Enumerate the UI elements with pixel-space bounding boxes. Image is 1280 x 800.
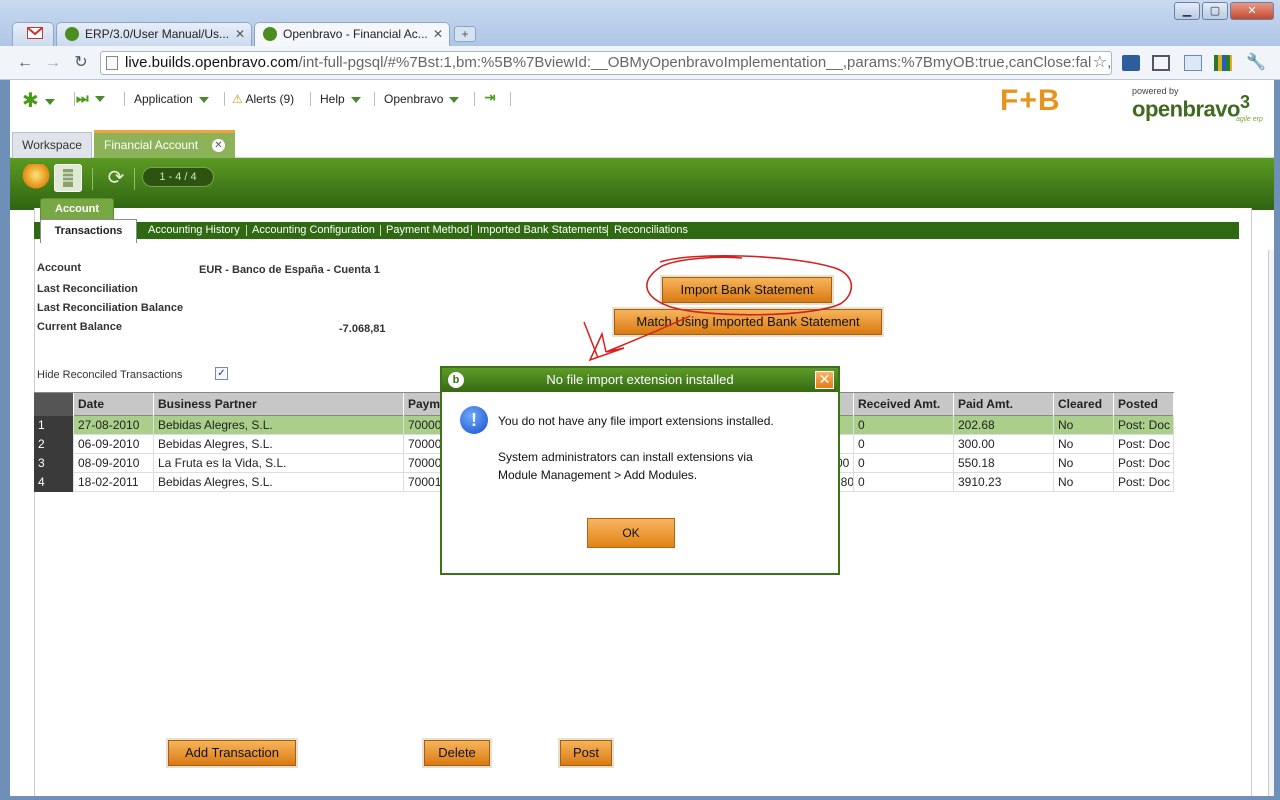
- grid-header-date[interactable]: Date: [74, 393, 154, 417]
- match-using-imported-button[interactable]: Match Using Imported Bank Statement: [614, 309, 882, 335]
- maximize-button[interactable]: ▢: [1202, 2, 1228, 20]
- new-record-icon[interactable]: [22, 164, 50, 192]
- menu-application[interactable]: Application: [134, 92, 209, 106]
- grid-header-paid[interactable]: Paid Amt.: [954, 393, 1054, 417]
- import-bank-statement-button[interactable]: Import Bank Statement: [662, 277, 832, 303]
- recent-views-icon[interactable]: ⏭: [76, 90, 105, 107]
- close-icon[interactable]: ✕: [815, 371, 834, 389]
- subtab-payment-method[interactable]: Payment Method: [386, 222, 469, 239]
- grid-view-icon[interactable]: [54, 164, 82, 192]
- refresh-icon[interactable]: ⟳: [102, 164, 130, 192]
- logout-icon[interactable]: ⇥: [484, 89, 496, 106]
- current-balance-label: Current Balance: [37, 321, 122, 333]
- download-icon[interactable]: [1122, 55, 1140, 71]
- subtab-transactions[interactable]: Transactions: [40, 219, 137, 243]
- last-reconciliation-balance-label: Last Reconciliation Balance: [37, 302, 184, 314]
- new-tab-button[interactable]: +: [454, 26, 476, 42]
- forward-arrow-icon[interactable]: →: [42, 52, 64, 74]
- gmail-icon: [27, 27, 43, 39]
- vertical-scrollbar[interactable]: [1268, 250, 1274, 796]
- add-transaction-button[interactable]: Add Transaction: [168, 740, 296, 766]
- menu-help[interactable]: Help: [320, 92, 361, 106]
- grid-header-received[interactable]: Received Amt.: [854, 393, 954, 417]
- quick-launch-icon[interactable]: ✱: [22, 88, 55, 113]
- menu-alerts[interactable]: ⚠ Alerts (9): [232, 92, 294, 106]
- subtab-reconciliations[interactable]: Reconciliations: [614, 222, 688, 239]
- minimize-button[interactable]: ▁: [1174, 2, 1200, 20]
- hide-reconciled-checkbox[interactable]: ✓: [215, 367, 228, 380]
- close-icon[interactable]: ✕: [433, 23, 443, 45]
- tab-workspace[interactable]: Workspace: [12, 132, 92, 158]
- reload-icon[interactable]: ↻: [70, 52, 92, 74]
- bookmark-star-icon[interactable]: ☆: [1090, 52, 1107, 74]
- back-arrow-icon[interactable]: ←: [14, 52, 36, 74]
- dialog-message-line1: You do not have any file import extensio…: [498, 414, 774, 428]
- document-icon[interactable]: [1184, 55, 1202, 71]
- browser-tab-user-manual[interactable]: ERP/3.0/User Manual/Us... ✕: [56, 22, 252, 46]
- hide-reconciled-label: Hide Reconciled Transactions: [37, 369, 183, 381]
- page-icon: [106, 56, 118, 70]
- browser-toolbar: ← → ↻ live.builds.openbravo.com/int-full…: [0, 46, 1280, 80]
- dialog-title: No file import extension installed: [546, 372, 734, 387]
- extensions-icon[interactable]: [1214, 55, 1232, 71]
- url-host: live.builds.openbravo.com: [125, 54, 299, 71]
- tab-label: ERP/3.0/User Manual/Us...: [85, 27, 230, 41]
- subtab-accounting-history[interactable]: Accounting History: [148, 222, 240, 239]
- ok-button[interactable]: OK: [587, 518, 675, 548]
- account-label: Account: [37, 262, 81, 274]
- record-count: 1 - 4 / 4: [142, 167, 214, 187]
- openbravo-favicon: [263, 27, 277, 41]
- last-reconciliation-label: Last Reconciliation: [37, 283, 138, 295]
- account-value: EUR - Banco de España - Cuenta 1: [199, 264, 380, 276]
- wrench-icon[interactable]: 🔧: [1246, 55, 1266, 71]
- subtab-imported-bank-statements[interactable]: Imported Bank Statements: [477, 222, 607, 239]
- grid-header-cleared[interactable]: Cleared: [1054, 393, 1114, 417]
- top-menu-bar: ✱ ⏭ Application ⚠ Alerts (9) Help Openbr…: [10, 80, 1274, 130]
- tab-account[interactable]: Account: [40, 198, 114, 220]
- warning-icon: ⚠: [232, 92, 243, 106]
- grid-header-posted[interactable]: Posted: [1114, 393, 1174, 417]
- current-balance-value: -7.068,81: [339, 323, 386, 335]
- grid-header-rownum: [34, 393, 74, 417]
- window-close-button[interactable]: ✕: [1230, 2, 1274, 20]
- browser-tab-gmail[interactable]: [12, 22, 54, 46]
- tab-label: Openbravo - Financial Ac...: [283, 27, 428, 41]
- view-tabs: Workspace Financial Account ✕: [10, 130, 1274, 158]
- dialog-message-line3: Module Management > Add Modules.: [498, 468, 698, 482]
- subtab-accounting-configuration[interactable]: Accounting Configuration: [252, 222, 375, 239]
- openbravo-logo: openbravo3: [1132, 92, 1250, 122]
- openbravo-favicon: [65, 27, 79, 41]
- dialog-title-bar: b No file import extension installed ✕: [442, 368, 838, 392]
- post-button[interactable]: Post: [560, 740, 612, 766]
- openbravo-logo-icon: b: [448, 372, 464, 388]
- menu-openbravo[interactable]: Openbravo: [384, 92, 460, 106]
- agile-erp-label: agile erp: [1236, 116, 1263, 123]
- grid-header-business-partner[interactable]: Business Partner: [154, 393, 404, 417]
- browser-titlebar: ERP/3.0/User Manual/Us... ✕ Openbravo - …: [0, 0, 1280, 46]
- close-icon[interactable]: ✕: [235, 23, 245, 45]
- fullscreen-icon[interactable]: [1152, 55, 1170, 71]
- dialog-message-line2: System administrators can install extens…: [498, 450, 753, 464]
- fb-logo: F+B: [1000, 84, 1061, 117]
- tab-financial-account[interactable]: Financial Account ✕: [94, 130, 235, 158]
- address-bar[interactable]: live.builds.openbravo.com/int-full-pgsql…: [100, 51, 1112, 75]
- url-path: /int-full-pgsql/#%7Bst:1,bm:%5B%7BviewId…: [298, 54, 1112, 71]
- info-icon: !: [460, 406, 488, 434]
- browser-tab-financial-account[interactable]: Openbravo - Financial Ac... ✕: [254, 22, 450, 46]
- delete-button[interactable]: Delete: [424, 740, 490, 766]
- message-dialog: b No file import extension installed ✕ !…: [440, 366, 840, 575]
- window-toolbar: ⟳ 1 - 4 / 4: [10, 158, 1274, 210]
- close-icon[interactable]: ✕: [212, 139, 225, 152]
